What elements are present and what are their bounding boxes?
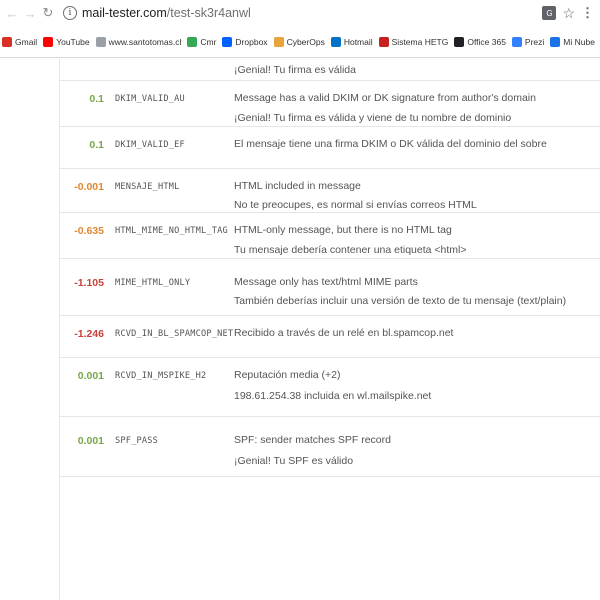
bookmark-label: Mi Nube	[563, 36, 595, 47]
result-row: 0.1 DKIM_VALID_AU Message has a valid DKIM…	[60, 81, 600, 127]
rule-detail: 198.61.254.38 incluida en wl.mailspike.n…	[234, 390, 432, 402]
rule-description: SPF: sender matches SPF record	[234, 434, 391, 446]
bookmark-label: Prezi	[524, 36, 545, 47]
bookmark-label: Dropbox	[235, 36, 268, 47]
rule-code: RCVD_IN_MSPIKE_H2	[115, 371, 207, 381]
bookmark-gmail[interactable]: Gmail	[2, 36, 38, 47]
rule-code: MENSAJE_HTML	[115, 182, 180, 192]
bookmark-favicon-icon	[43, 36, 54, 47]
result-row: ¡Genial! Tu firma es válida	[60, 59, 600, 81]
rule-code: HTML_MIME_NO_HTML_TAG	[115, 226, 228, 236]
bookmark-www-santotomas-cl[interactable]: www.santotomas.cl	[95, 36, 182, 47]
rule-description: Message only has text/html MIME parts	[234, 276, 418, 288]
result-row: 0.1 DKIM_VALID_EF El mensaje tiene una fir…	[60, 127, 600, 169]
bookmark-dropbox[interactable]: Dropbox	[222, 36, 268, 47]
score-value: -1.105	[74, 277, 104, 289]
rule-code: MIME_HTML_ONLY	[115, 278, 191, 288]
results-panel: ¡Genial! Tu firma es válida 0.1 DKIM_VALID…	[0, 59, 600, 600]
rule-code: SPF_PASS	[115, 436, 158, 446]
result-row: -0.001 MENSAJE_HTML HTML included in messa…	[60, 169, 600, 213]
bookmark-favicon-icon	[454, 36, 465, 47]
bookmark-favicon-icon	[511, 36, 522, 47]
rule-code: DKIM_VALID_EF	[115, 140, 185, 150]
result-row: 0.001 SPF_PASS SPF: sender matches SPF rec…	[60, 417, 600, 477]
score-value: -0.001	[74, 181, 104, 193]
rule-description: HTML-only message, but there is no HTML …	[234, 224, 452, 236]
rule-advice: ¡Genial! Tu SPF es válido	[234, 455, 354, 467]
forward-arrow-icon[interactable]: →	[21, 3, 39, 23]
rule-description: Reputación media (+2)	[234, 369, 341, 381]
result-row: -0.635 HTML_MIME_NO_HTML_TAG HTML-only mes…	[60, 213, 600, 259]
score-value: 0.1	[89, 139, 104, 151]
score-value: -0.635	[74, 225, 104, 237]
bookmark-favicon-icon	[330, 36, 341, 47]
bookmark-favicon-icon	[378, 36, 389, 47]
bookmark-label: www.santotomas.cl	[108, 36, 182, 47]
bookmark-label: YouTube	[56, 36, 90, 47]
score-value: 0.001	[77, 435, 104, 447]
menu-icon[interactable]: ⋮	[581, 5, 594, 21]
address-bar: ← → ↻ i mail-tester.com/test-sk3r4anwl G…	[0, 0, 600, 26]
url-host: mail-tester.com	[82, 6, 167, 20]
bookmark-label: CyberOps	[286, 36, 325, 47]
bookmark-favicon-icon	[187, 36, 198, 47]
bookmark-favicon-icon	[95, 36, 106, 47]
bookmark-label: Gmail	[15, 36, 38, 47]
bookmark-cmr[interactable]: Cmr	[187, 36, 217, 47]
bookmark-cyberops[interactable]: CyberOps	[273, 36, 325, 47]
rule-description: El mensaje tiene una firma DKIM o DK vál…	[234, 138, 547, 150]
result-row: -1.105 MIME_HTML_ONLY Message only has tex…	[60, 259, 600, 316]
bookmark-hotmail[interactable]: Hotmail	[330, 36, 373, 47]
bookmark-label: Cmr	[200, 36, 217, 47]
score-value: 0.001	[77, 370, 104, 382]
bookmark-sistema-hetg[interactable]: Sistema HETG	[378, 36, 449, 47]
bookmark-office-365[interactable]: Office 365	[454, 36, 506, 47]
address-bar-actions: G ☆ ⋮	[542, 5, 600, 22]
bookmark-prezi[interactable]: Prezi	[511, 36, 545, 47]
rule-advice: ¡Genial! Tu firma es válida	[234, 64, 356, 76]
bookmark-star-icon[interactable]: ☆	[562, 5, 575, 22]
bookmark-label: Sistema HETG	[391, 36, 449, 47]
bookmark-favicon-icon	[222, 36, 233, 47]
url-path: /test-sk3r4anwl	[166, 6, 251, 20]
results-table: ¡Genial! Tu firma es válida 0.1 DKIM_VALID…	[60, 59, 600, 477]
rule-advice: ¡Genial! Tu firma es válida y viene de t…	[234, 112, 512, 124]
rule-description: HTML included in message	[234, 180, 361, 192]
bookmarks-bar: Gmail YouTube www.santotomas.cl Cmr Dropbox C…	[0, 26, 600, 58]
translate-icon[interactable]: G	[542, 6, 557, 20]
result-row: 0.001 RCVD_IN_MSPIKE_H2 Reputación media (…	[60, 358, 600, 417]
bookmark-mi-nube[interactable]: Mi Nube	[550, 36, 595, 47]
bookmark-favicon-icon	[2, 36, 12, 47]
url-field[interactable]: mail-tester.com/test-sk3r4anwl	[82, 6, 251, 20]
bookmark-label: Office 365	[467, 36, 506, 47]
rule-description: Message has a valid DKIM or DK signature…	[234, 92, 536, 104]
site-info-icon[interactable]: i	[63, 6, 77, 20]
bookmark-youtube[interactable]: YouTube	[43, 36, 90, 47]
rule-advice: Tu mensaje debería contener una etiqueta…	[234, 244, 467, 256]
result-row: -1.246 RCVD_IN_BL_SPAMCOP_NET Recibido a t…	[60, 316, 600, 358]
bookmark-favicon-icon	[273, 36, 284, 47]
score-value: -1.246	[74, 328, 104, 340]
rule-advice: También deberías incluir una versión de …	[234, 295, 567, 307]
rule-description: Recibido a través de un relé en bl.spamc…	[234, 327, 454, 339]
bookmark-label: Hotmail	[343, 36, 373, 47]
score-value: 0.1	[89, 93, 104, 105]
back-arrow-icon[interactable]: ←	[3, 3, 21, 23]
reload-icon[interactable]: ↻	[39, 3, 57, 23]
rule-code: RCVD_IN_BL_SPAMCOP_NET	[115, 329, 234, 339]
rule-code: DKIM_VALID_AU	[115, 94, 185, 104]
bookmark-favicon-icon	[550, 36, 561, 47]
